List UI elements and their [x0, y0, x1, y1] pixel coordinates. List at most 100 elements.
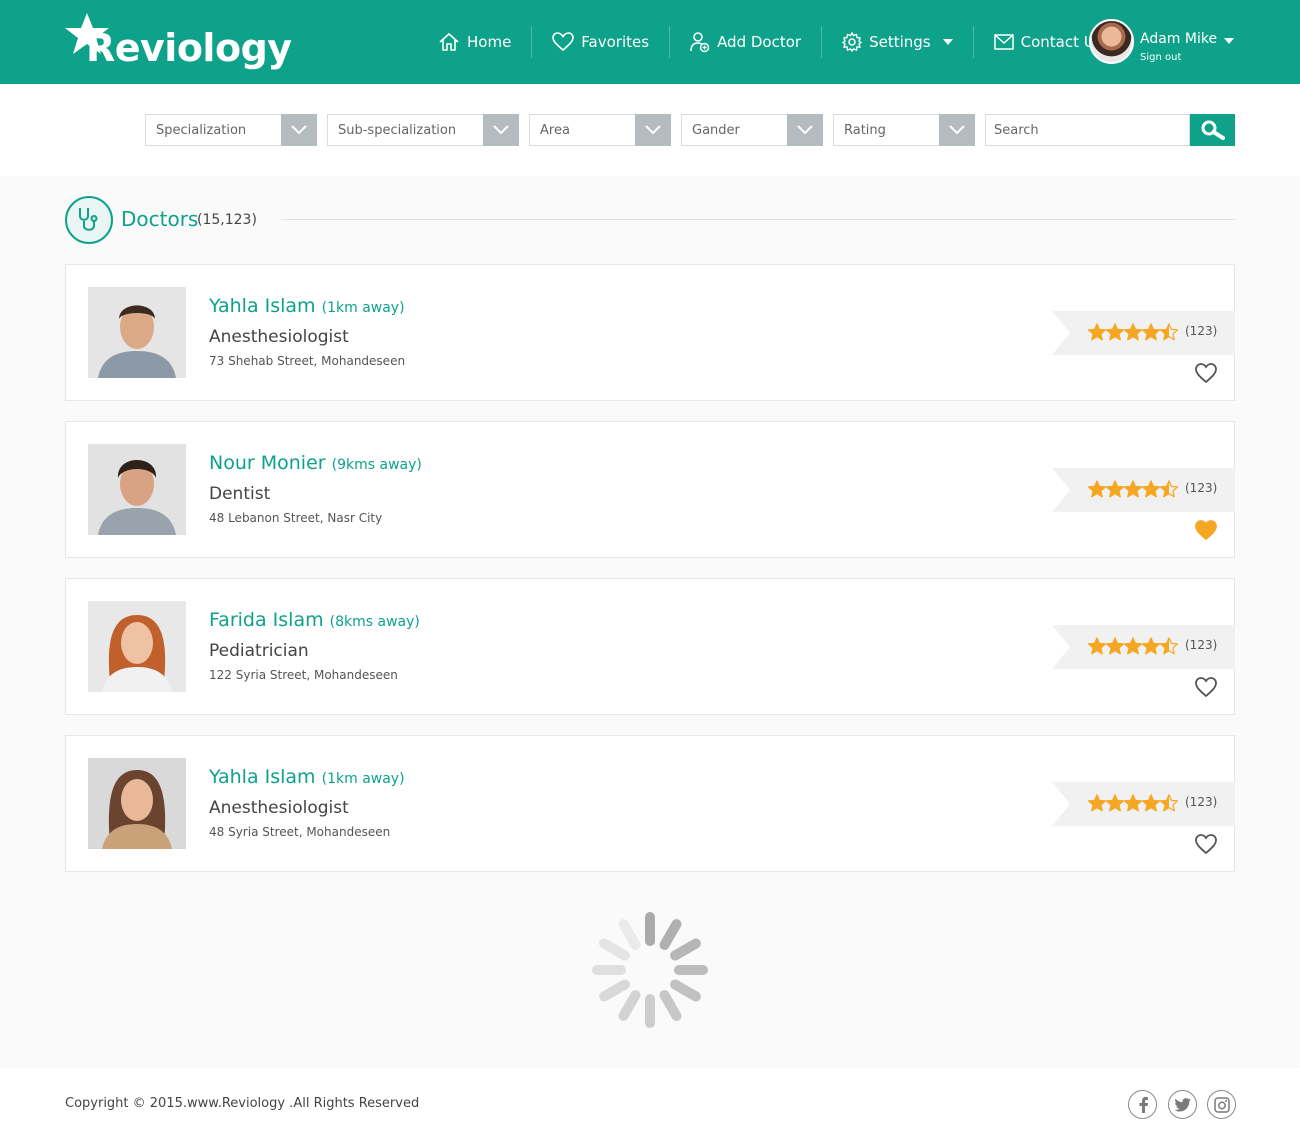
star-full-icon [1142, 480, 1160, 498]
chevron-down-icon [942, 39, 953, 45]
brand-name: Reviology [86, 26, 292, 70]
star-rating [1088, 637, 1178, 655]
star-full-icon [1088, 323, 1106, 341]
gear-icon [842, 32, 863, 52]
gender-select-label: Gander [692, 123, 740, 138]
favorite-heart-icon[interactable] [1194, 676, 1218, 698]
chevron-down-icon [635, 114, 671, 146]
avatar [1089, 19, 1134, 64]
star-full-icon [1106, 637, 1124, 655]
star-half-icon [1160, 323, 1178, 341]
subspecialization-select[interactable]: Sub-specialization [327, 114, 519, 146]
star-full-icon [1106, 323, 1124, 341]
doctor-distance: (9kms away) [331, 457, 422, 473]
sign-out-link[interactable]: Sign out [1140, 52, 1181, 63]
chevron-down-icon [939, 114, 975, 146]
star-full-icon [1088, 794, 1106, 812]
star-full-icon [1106, 480, 1124, 498]
doctor-specialty: Pediatrician [209, 641, 309, 661]
home-icon [439, 32, 459, 51]
star-full-icon [1088, 637, 1106, 655]
doctor-name[interactable]: Yahla Islam (1km away) [209, 295, 405, 317]
search-input[interactable] [985, 114, 1190, 146]
doctor-card[interactable]: Farida Islam (8kms away) Pediatrician 12… [65, 578, 1235, 715]
nav-home[interactable]: Home [418, 26, 533, 58]
review-count: (123) [1185, 324, 1218, 338]
star-half-icon [1160, 480, 1178, 498]
gender-select[interactable]: Gander [681, 114, 823, 146]
rating-badge: (123) [1052, 782, 1235, 826]
star-half-icon [1160, 794, 1178, 812]
favorite-heart-icon[interactable] [1194, 519, 1218, 541]
chevron-down-icon [483, 114, 519, 146]
star-full-icon [1142, 794, 1160, 812]
chevron-down-icon [787, 114, 823, 146]
main-nav: Home Favorites Add Doctor Settings Conta… [418, 26, 1123, 58]
doctor-distance: (1km away) [321, 771, 405, 787]
doctor-address: 48 Syria Street, Mohandeseen [209, 825, 391, 839]
star-full-icon [1088, 480, 1106, 498]
doctor-name[interactable]: Farida Islam (8kms away) [209, 609, 420, 631]
heart-icon [552, 32, 575, 52]
nav-home-label: Home [467, 33, 512, 51]
star-full-icon [1142, 323, 1160, 341]
loading-spinner-icon [592, 912, 708, 1028]
doctor-photo [88, 287, 186, 378]
doctor-distance: (8kms away) [329, 614, 420, 630]
doctor-card[interactable]: Yahla Islam (1km away) Anesthesiologist … [65, 735, 1235, 872]
doctor-address: 48 Lebanon Street, Nasr City [209, 511, 383, 525]
rating-select[interactable]: Rating [833, 114, 975, 146]
top-navbar: Reviology Home Favorites Add Doctor Sett… [0, 0, 1300, 84]
doctor-name[interactable]: Yahla Islam (1km away) [209, 766, 405, 788]
page-title: Doctors [121, 207, 199, 231]
favorite-heart-icon[interactable] [1194, 833, 1218, 855]
rating-badge: (123) [1052, 468, 1235, 512]
doctor-name[interactable]: Nour Monier (9kms away) [209, 452, 422, 474]
doctor-photo [88, 758, 186, 849]
instagram-link[interactable] [1207, 1090, 1236, 1119]
doctor-address: 73 Shehab Street, Mohandeseen [209, 354, 406, 368]
facebook-icon [1139, 1096, 1148, 1113]
doctor-card[interactable]: Yahla Islam (1km away) Anesthesiologist … [65, 264, 1235, 401]
star-full-icon [1124, 323, 1142, 341]
chevron-down-icon [281, 114, 317, 146]
twitter-link[interactable] [1168, 1090, 1197, 1119]
nav-favorites[interactable]: Favorites [532, 26, 671, 58]
nav-add-doctor[interactable]: Add Doctor [670, 26, 823, 58]
subspecialization-select-label: Sub-specialization [338, 123, 457, 138]
doctor-specialty: Anesthesiologist [209, 798, 349, 818]
nav-add-doctor-label: Add Doctor [717, 33, 802, 51]
doctor-specialty: Anesthesiologist [209, 327, 349, 347]
doctor-card[interactable]: Nour Monier (9kms away) Dentist 48 Leban… [65, 421, 1235, 558]
user-menu[interactable]: Adam Mike Sign out [1089, 19, 1239, 65]
add-user-icon [690, 32, 710, 53]
specialization-select[interactable]: Specialization [145, 114, 317, 146]
twitter-icon [1174, 1097, 1191, 1111]
stethoscope-badge [65, 196, 113, 244]
filter-bar: Specialization Sub-specialization Area G… [0, 84, 1300, 176]
search-button[interactable] [1190, 114, 1235, 146]
rating-badge: (123) [1052, 311, 1235, 355]
rating-badge: (123) [1052, 625, 1235, 669]
nav-settings[interactable]: Settings [822, 26, 974, 58]
nav-settings-label: Settings [869, 33, 931, 51]
review-count: (123) [1185, 481, 1218, 495]
area-select[interactable]: Area [529, 114, 671, 146]
star-rating [1088, 323, 1178, 341]
divider [281, 219, 1235, 220]
specialization-select-label: Specialization [156, 123, 247, 138]
star-rating [1088, 480, 1178, 498]
chevron-down-icon [1224, 38, 1234, 44]
star-full-icon [1142, 637, 1160, 655]
doctors-count: (15,123) [197, 212, 257, 228]
mail-icon [993, 34, 1014, 50]
search-icon [1201, 120, 1225, 140]
footer: Copyright © 2015.www.Reviology .All Righ… [0, 1068, 1300, 1142]
star-full-icon [1106, 794, 1124, 812]
doctor-photo [88, 601, 186, 692]
review-count: (123) [1185, 795, 1218, 809]
favorite-heart-icon[interactable] [1194, 362, 1218, 384]
star-full-icon [1124, 794, 1142, 812]
doctor-photo [88, 444, 186, 535]
facebook-link[interactable] [1128, 1090, 1157, 1119]
